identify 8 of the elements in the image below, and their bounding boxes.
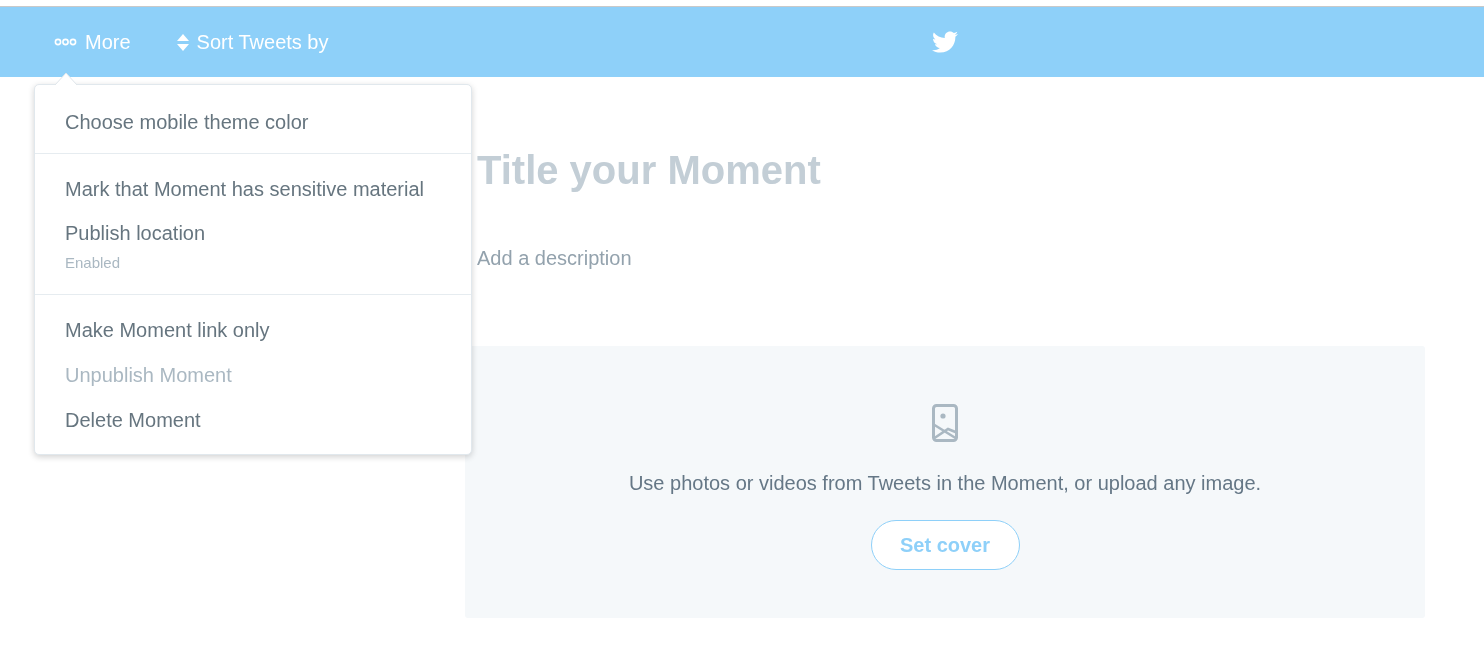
- dots-icon: [54, 38, 77, 46]
- status-text: Enabled: [65, 253, 121, 273]
- menu-item[interactable]: Choose mobile theme color: [35, 99, 471, 144]
- image-icon: [932, 404, 958, 442]
- up-down-caret-icon: [176, 33, 189, 51]
- cover-hint: Use photos or videos from Tweets in the Moment, or upload any image.: [628, 471, 1262, 496]
- menu-item[interactable]: Make Moment link only: [35, 307, 471, 352]
- menu-item[interactable]: Delete Moment: [35, 397, 471, 442]
